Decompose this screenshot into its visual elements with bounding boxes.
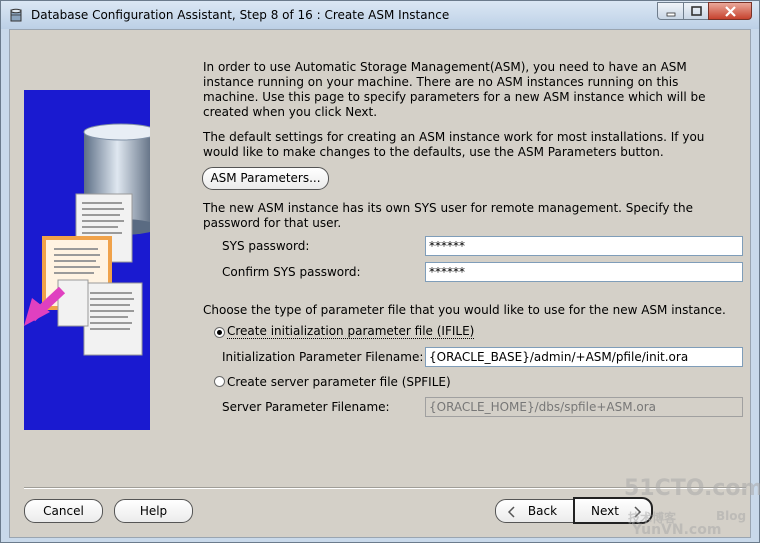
cancel-button[interactable]: Cancel bbox=[24, 499, 103, 523]
ifile-filename-input[interactable]: {ORACLE_BASE}/admin/+ASM/pfile/init.ora bbox=[425, 347, 743, 367]
spfile-filename-input: {ORACLE_HOME}/dbs/spfile+ASM.ora bbox=[425, 397, 743, 417]
back-button-label: Back bbox=[527, 504, 558, 518]
intro-paragraph-3: The new ASM instance has its own SYS use… bbox=[203, 201, 693, 230]
minimize-icon bbox=[666, 12, 676, 17]
sys-password-label: SYS password: bbox=[222, 239, 310, 253]
radio-selected-dot bbox=[217, 330, 222, 335]
wizard-content: In order to use Automatic Storage Manage… bbox=[9, 29, 760, 538]
next-button-label: Next bbox=[591, 504, 619, 518]
maximize-button[interactable] bbox=[683, 2, 709, 20]
chevron-left-icon bbox=[507, 506, 515, 518]
spfile-option-label[interactable]: Create server parameter file (SPFILE) bbox=[227, 375, 451, 389]
dialog-window: Database Configuration Assistant, Step 8… bbox=[0, 0, 760, 543]
confirm-sys-password-label: Confirm SYS password: bbox=[222, 265, 361, 279]
confirm-sys-password-input[interactable]: ****** bbox=[425, 262, 743, 282]
document-icon bbox=[83, 282, 143, 356]
document-icon bbox=[57, 279, 89, 327]
watermark-site: 51CTO.com bbox=[624, 476, 760, 501]
database-app-icon bbox=[10, 8, 22, 22]
close-button[interactable] bbox=[708, 2, 752, 20]
help-button[interactable]: Help bbox=[114, 499, 193, 523]
close-icon bbox=[725, 6, 736, 17]
spfile-filename-label: Server Parameter Filename: bbox=[222, 400, 390, 414]
title-bar[interactable]: Database Configuration Assistant, Step 8… bbox=[1, 1, 759, 29]
ifile-filename-label: Initialization Parameter Filename: bbox=[222, 350, 424, 364]
ifile-radio[interactable] bbox=[214, 327, 225, 338]
spfile-radio[interactable] bbox=[214, 376, 225, 387]
sys-password-input[interactable]: ****** bbox=[425, 236, 743, 256]
asm-parameters-button[interactable]: ASM Parameters... bbox=[202, 167, 329, 190]
asm-illustration-image bbox=[24, 90, 150, 430]
intro-paragraph-1: In order to use Automatic Storage Manage… bbox=[203, 60, 706, 119]
ifile-option-label[interactable]: Create initialization parameter file (IF… bbox=[227, 324, 475, 339]
watermark-sub: YunVN.com bbox=[632, 522, 722, 538]
minimize-button[interactable] bbox=[657, 2, 684, 20]
intro-paragraph-2: The default settings for creating an ASM… bbox=[203, 130, 705, 159]
window-title: Database Configuration Assistant, Step 8… bbox=[31, 8, 450, 22]
maximize-icon bbox=[691, 6, 702, 16]
watermark-blog: Blog bbox=[716, 509, 747, 523]
parameter-file-prompt: Choose the type of parameter file that y… bbox=[203, 303, 726, 317]
back-button[interactable]: Back bbox=[495, 499, 574, 523]
